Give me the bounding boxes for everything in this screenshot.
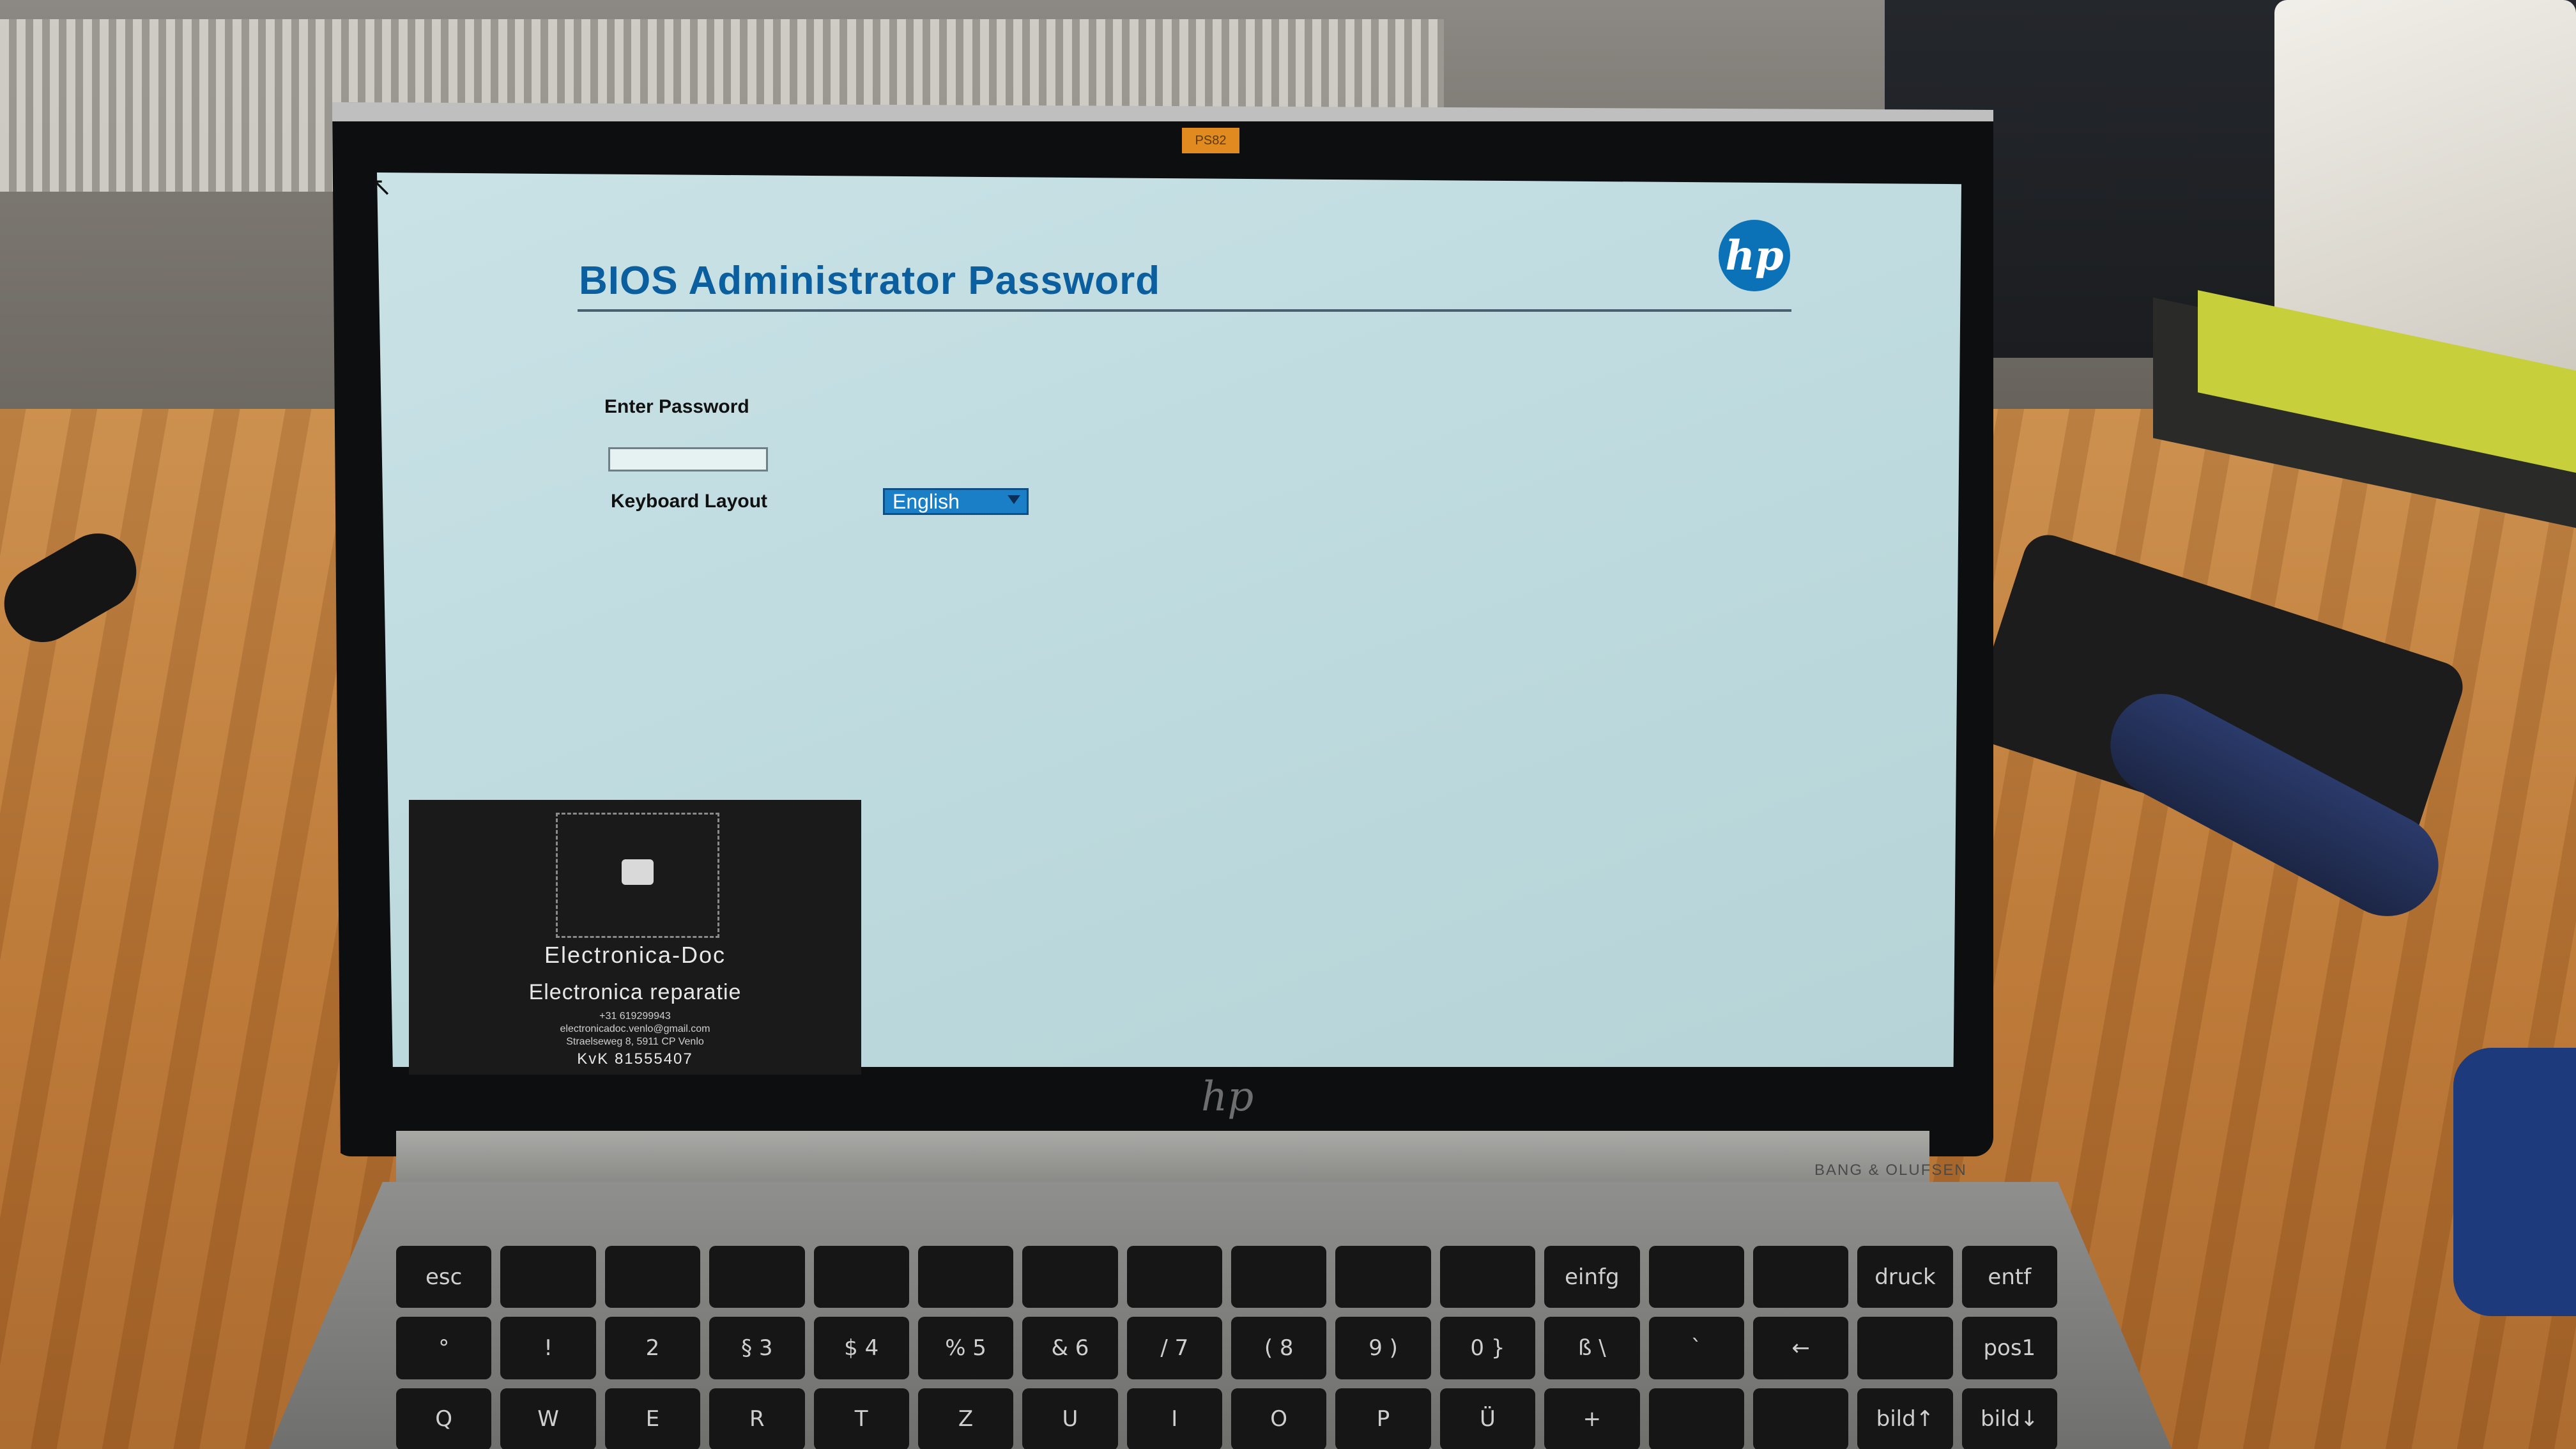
keyboard-key[interactable]: +	[1544, 1388, 1640, 1449]
keyboard-key[interactable]	[1648, 1246, 1744, 1308]
keyboard-key[interactable]: O	[1231, 1388, 1327, 1449]
keyboard-key[interactable]: ß \	[1544, 1317, 1640, 1379]
keyboard-key[interactable]: Z	[917, 1388, 1014, 1449]
cleaning-cloth	[2453, 1048, 2576, 1316]
keyboard-key[interactable]: T	[813, 1388, 909, 1449]
keyboard-key[interactable]: % 5	[917, 1317, 1014, 1379]
chip-logo-icon	[556, 813, 719, 938]
bezel-hp-logo-icon: hp	[1201, 1073, 1254, 1121]
keyboard-key[interactable]	[1752, 1246, 1849, 1308]
keyboard-key[interactable]: esc	[396, 1246, 492, 1308]
page-title: BIOS Administrator Password	[579, 259, 1161, 303]
watermark-card: Electronica-Doc Electronica reparatie +3…	[409, 800, 861, 1075]
keyboard-key[interactable]	[1857, 1317, 1953, 1379]
keyboard-key[interactable]	[1335, 1246, 1431, 1308]
watermark-email: electronicadoc.venlo@gmail.com	[560, 1023, 710, 1034]
keyboard-key[interactable]: !	[500, 1317, 596, 1379]
keyboard-key[interactable]: / 7	[1126, 1317, 1222, 1379]
keyboard-key[interactable]	[1439, 1246, 1536, 1308]
keyboard-key[interactable]: 9 )	[1335, 1317, 1431, 1379]
keyboard-key[interactable]	[1231, 1246, 1327, 1308]
keyboard-key[interactable]: 2	[604, 1317, 701, 1379]
title-divider	[578, 309, 1791, 312]
keyboard-layout-select[interactable]: English	[883, 488, 1029, 515]
keyboard-key[interactable]: einfg	[1544, 1246, 1640, 1308]
keyboard-key[interactable]: °	[396, 1317, 492, 1379]
keyboard-key[interactable]: § 3	[709, 1317, 805, 1379]
keyboard-key[interactable]	[500, 1246, 596, 1308]
watermark-name: Electronica-Doc	[544, 942, 726, 968]
keyboard-key[interactable]: `	[1648, 1317, 1744, 1379]
keyboard-key[interactable]: W	[500, 1388, 596, 1449]
password-label: Enter Password	[604, 396, 749, 417]
hp-logo-icon: hp	[1719, 220, 1790, 291]
keyboard-key[interactable]: $ 4	[813, 1317, 909, 1379]
keyboard-key[interactable]: Ü	[1439, 1388, 1536, 1449]
keyboard-key[interactable]: & 6	[1022, 1317, 1118, 1379]
chevron-down-icon	[1008, 495, 1020, 504]
keyboard-key[interactable]	[917, 1246, 1014, 1308]
photo-scene: PS82 ↖ BIOS Administrator Password hp En…	[0, 0, 2576, 1449]
keyboard-key[interactable]	[1648, 1388, 1744, 1449]
keyboard-key[interactable]: bild↑	[1857, 1388, 1953, 1449]
mouse-cursor-icon: ↖	[371, 173, 392, 201]
watermark-address: Straelseweg 8, 5911 CP Venlo	[566, 1036, 704, 1047]
keyboard-key[interactable]: U	[1022, 1388, 1118, 1449]
keyboard-key[interactable]	[813, 1246, 909, 1308]
watermark-kvk: KvK 81555407	[577, 1050, 693, 1068]
keyboard-key[interactable]: E	[604, 1388, 701, 1449]
keyboard: esc einfg druck entf °! 2 § 3 $ 4% 5 & 6/ 7( 89 …	[396, 1246, 2057, 1449]
camera-tape: PS82	[1182, 128, 1239, 153]
watermark-tagline: Electronica reparatie	[528, 980, 742, 1004]
keyboard-key[interactable]: entf	[1961, 1246, 2057, 1308]
keyboard-layout-value: English	[893, 490, 960, 513]
password-field[interactable]	[608, 447, 768, 471]
brand-strip: BANG & OLUFSEN	[1814, 1162, 1967, 1179]
keyboard-key[interactable]: pos1	[1961, 1317, 2057, 1379]
keyboard-key[interactable]: druck	[1857, 1246, 1953, 1308]
keyboard-key[interactable]: ( 8	[1231, 1317, 1327, 1379]
keyboard-key[interactable]: R	[709, 1388, 805, 1449]
keyboard-key[interactable]	[604, 1246, 701, 1308]
keyboard-key[interactable]	[1022, 1246, 1118, 1308]
keyboard-key[interactable]	[709, 1246, 805, 1308]
keyboard-key[interactable]: 0 }	[1439, 1317, 1536, 1379]
keyboard-key[interactable]: bild↓	[1961, 1388, 2057, 1449]
keyboard-key[interactable]	[1126, 1246, 1222, 1308]
keyboard-layout-label: Keyboard Layout	[611, 491, 768, 512]
watermark-phone: +31 619299943	[599, 1011, 671, 1022]
keyboard-key[interactable]: I	[1126, 1388, 1222, 1449]
first-aid-kit-icon	[622, 859, 654, 885]
keyboard-key[interactable]: ←	[1752, 1317, 1849, 1379]
keyboard-key[interactable]: P	[1335, 1388, 1431, 1449]
keyboard-key[interactable]: Q	[396, 1388, 492, 1449]
keyboard-key[interactable]	[1752, 1388, 1849, 1449]
